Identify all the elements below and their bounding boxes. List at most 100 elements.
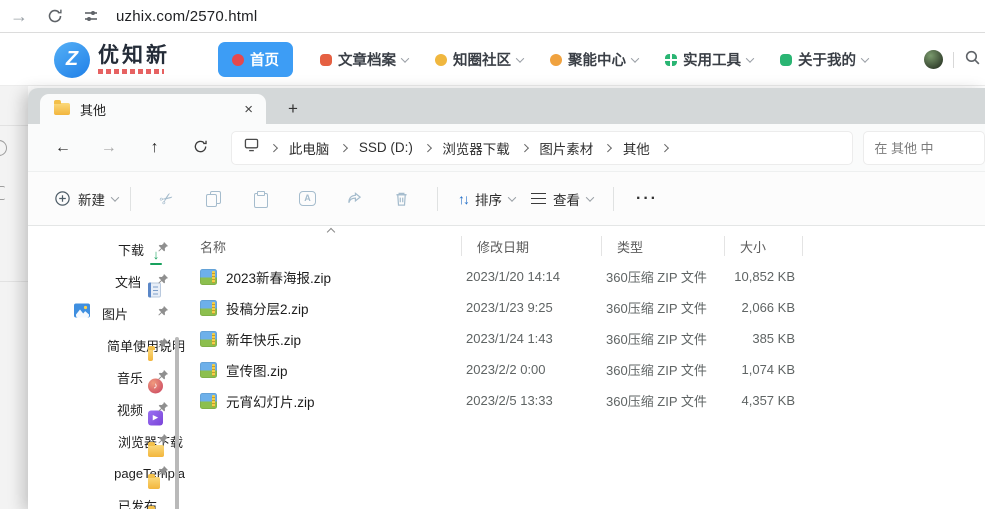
nav-item-hub[interactable]: 聚能中心 — [550, 49, 640, 70]
breadcrumb[interactable]: 此电脑 SSD (D:) 浏览器下载 图片素材 其他 — [231, 130, 854, 165]
file-row[interactable]: 投稿分层2.zip 2023/1/23 9:25 360压缩 ZIP 文件 2,… — [185, 292, 985, 323]
nav-item-about[interactable]: 关于我的 — [780, 49, 870, 70]
rename-button[interactable] — [284, 191, 331, 206]
file-list: 名称 修改日期 类型 大小 2023新春海报.zip 2023/1/20 14:… — [185, 227, 985, 509]
file-type: 360压缩 ZIP 文件 — [606, 301, 707, 316]
chevron-down-icon — [585, 192, 595, 202]
column-headers: 名称 修改日期 类型 大小 — [185, 227, 985, 261]
file-row[interactable]: 元宵幻灯片.zip 2023/2/5 13:33 360压缩 ZIP 文件 4,… — [185, 385, 985, 416]
zip-file-icon — [200, 268, 217, 285]
pin-icon — [157, 240, 169, 258]
nav-item-archives[interactable]: 文章档案 — [320, 49, 410, 70]
sidebar-item-page-template[interactable]: pageTempla — [28, 457, 185, 489]
site-settings-icon[interactable] — [80, 5, 102, 27]
file-date: 2023/2/2 0:00 — [466, 362, 546, 377]
nav-item-tools[interactable]: 实用工具 — [665, 49, 755, 70]
chevron-right-icon — [520, 143, 529, 152]
nav-item-community[interactable]: 知圈社区 — [435, 49, 525, 70]
file-row[interactable]: 宣传图.zip 2023/2/2 0:00 360压缩 ZIP 文件 1,074… — [185, 354, 985, 385]
column-label: 修改日期 — [477, 239, 530, 255]
breadcrumb-browser-downloads[interactable]: 浏览器下载 — [442, 138, 510, 158]
archive-icon — [320, 53, 332, 66]
zip-file-icon — [200, 330, 217, 347]
nav-item-home[interactable]: 首页 — [218, 42, 293, 77]
file-date: 2023/1/24 1:43 — [466, 331, 553, 346]
view-button[interactable]: 查看 — [531, 189, 595, 209]
sidebar-item-documents[interactable]: 文档 — [28, 265, 185, 297]
sidebar-item-browser-downloads[interactable]: 浏览器下载 — [28, 425, 185, 457]
sidebar-scrollbar[interactable] — [175, 337, 179, 509]
forward-icon[interactable]: → — [8, 6, 30, 27]
file-type: 360压缩 ZIP 文件 — [606, 394, 707, 409]
chevron-right-icon — [270, 143, 278, 152]
sidebar-item-pictures[interactable]: 图片 — [28, 297, 185, 329]
sidebar-label: 图片 — [102, 306, 129, 322]
close-tab-icon[interactable]: × — [241, 102, 256, 117]
copy-icon — [206, 190, 221, 207]
zip-file-icon — [200, 392, 217, 409]
file-type: 360压缩 ZIP 文件 — [606, 270, 707, 285]
sidebar-item-published[interactable]: 已发布 — [28, 489, 185, 509]
chevron-down-icon — [507, 192, 517, 202]
explorer-tab[interactable]: 其他 × — [40, 94, 266, 124]
breadcrumb-current[interactable]: 其他 — [623, 138, 650, 158]
pin-icon — [157, 432, 169, 450]
explorer-search-input[interactable]: 在 其他 中 — [863, 130, 985, 165]
sidebar-item-downloads[interactable]: 下载 — [28, 233, 185, 265]
search-icon[interactable] — [964, 49, 981, 71]
forward-icon[interactable]: → — [96, 139, 122, 157]
pin-icon — [157, 272, 169, 290]
sidebar-item-music[interactable]: 音乐 — [28, 361, 185, 393]
divider — [130, 186, 131, 211]
sidebar-label: 简单使用说明 — [106, 338, 185, 354]
new-button[interactable]: 新建 — [54, 189, 120, 209]
avatar[interactable] — [924, 50, 943, 69]
refresh-icon[interactable] — [187, 139, 213, 157]
delete-button[interactable] — [378, 191, 425, 207]
breadcrumb-this-pc[interactable]: 此电脑 — [289, 138, 330, 158]
refresh-icon[interactable] — [44, 5, 66, 27]
more-options-button[interactable]: ··· — [636, 190, 658, 208]
up-icon[interactable]: ↑ — [142, 139, 168, 157]
paste-button[interactable] — [237, 190, 284, 208]
pin-icon — [157, 336, 169, 354]
back-icon[interactable]: ← — [50, 139, 76, 157]
pin-icon — [157, 368, 169, 386]
file-row[interactable]: 新年快乐.zip 2023/1/24 1:43 360压缩 ZIP 文件 385… — [185, 323, 985, 354]
browser-toolbar: → uzhix.com/2570.html — [0, 0, 985, 33]
share-icon — [348, 192, 362, 203]
url-field[interactable]: uzhix.com/2570.html — [116, 8, 257, 25]
sort-button[interactable]: ↑↓ 排序 — [458, 189, 517, 209]
column-header-name[interactable]: 名称 — [185, 227, 462, 261]
file-size: 10,852 KB — [734, 269, 795, 284]
this-pc-icon — [244, 138, 259, 157]
column-header-date[interactable]: 修改日期 — [462, 231, 602, 261]
file-date: 2023/1/20 14:14 — [466, 269, 560, 284]
column-header-size[interactable]: 大小 — [725, 231, 803, 261]
copy-button[interactable] — [190, 190, 237, 207]
breadcrumb-image-assets[interactable]: 图片素材 — [539, 138, 593, 158]
breadcrumb-drive[interactable]: SSD (D:) — [359, 140, 413, 155]
file-row[interactable]: 2023新春海报.zip 2023/1/20 14:14 360压缩 ZIP 文… — [185, 261, 985, 292]
chevron-down-icon — [630, 53, 640, 63]
sidebar-item-manual[interactable]: 简单使用说明 — [28, 329, 185, 361]
column-label: 名称 — [200, 239, 227, 255]
sidebar-item-videos[interactable]: 视频 — [28, 393, 185, 425]
logo-tagline — [98, 69, 164, 74]
sort-arrows-icon: ↑↓ — [458, 190, 470, 207]
view-label: 查看 — [553, 192, 580, 208]
file-size: 1,074 KB — [741, 362, 796, 377]
divider — [613, 186, 614, 211]
new-tab-icon[interactable]: + — [288, 99, 298, 119]
chevron-down-icon — [400, 53, 410, 63]
site-logo[interactable]: Z 优知新 — [54, 41, 170, 78]
column-header-type[interactable]: 类型 — [602, 231, 725, 261]
navigation-pane: 下载 文档 图片 简单使用说明 — [28, 227, 185, 509]
divider — [437, 186, 438, 211]
nav-label: 文章档案 — [338, 53, 396, 69]
share-button[interactable] — [331, 191, 378, 206]
cut-button[interactable]: ✂ — [143, 188, 190, 210]
new-label: 新建 — [78, 192, 105, 208]
rename-icon — [299, 191, 316, 206]
zip-file-icon — [200, 361, 217, 378]
